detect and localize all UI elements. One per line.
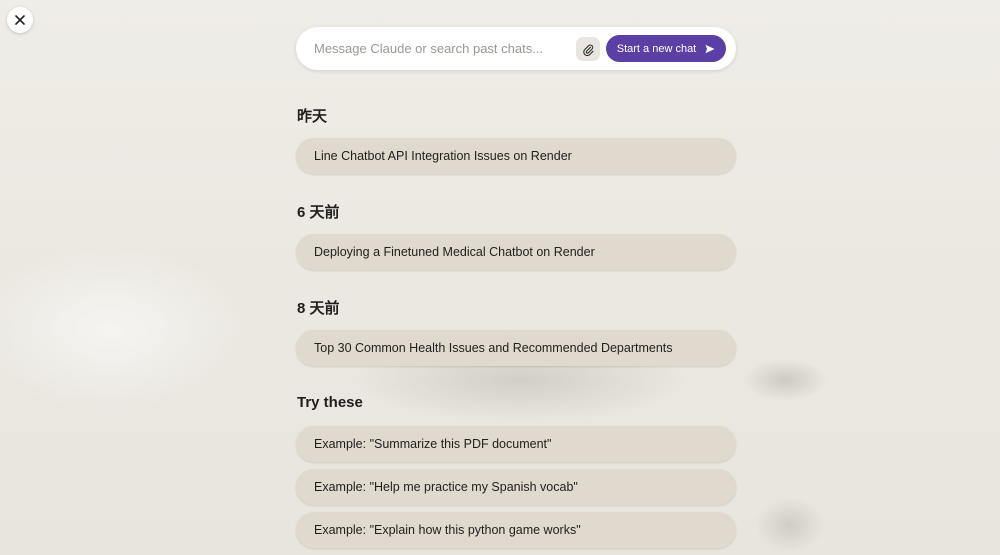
- composer: Start a new chat: [296, 27, 736, 70]
- section-heading-6-days-ago: 6 天前: [297, 204, 340, 221]
- paperclip-icon: [583, 44, 594, 56]
- example-prompt-item[interactable]: Example: "Summarize this PDF document": [296, 426, 736, 462]
- section-heading-yesterday: 昨天: [297, 108, 328, 125]
- main-column: Start a new chat 昨天 Line Chatbot API Int…: [296, 27, 736, 548]
- example-prompt-item[interactable]: Example: "Help me practice my Spanish vo…: [296, 469, 736, 505]
- example-prompt-text: Example: "Explain how this python game w…: [314, 523, 581, 537]
- close-icon: [15, 15, 25, 25]
- close-button[interactable]: [7, 7, 33, 33]
- start-new-chat-label: Start a new chat: [616, 42, 697, 55]
- search-input[interactable]: [314, 27, 564, 70]
- recent-chat-item[interactable]: Line Chatbot API Integration Issues on R…: [296, 138, 736, 174]
- send-icon: [705, 44, 715, 53]
- attach-button[interactable]: [576, 37, 600, 61]
- example-prompt-text: Example: "Help me practice my Spanish vo…: [314, 480, 578, 494]
- start-new-chat-button[interactable]: Start a new chat: [606, 35, 726, 62]
- recent-chat-title: Line Chatbot API Integration Issues on R…: [314, 149, 572, 163]
- example-prompt-item[interactable]: Example: "Explain how this python game w…: [296, 512, 736, 548]
- recent-chat-title: Top 30 Common Health Issues and Recommen…: [314, 341, 673, 355]
- try-these-heading: Try these: [297, 394, 363, 411]
- example-prompt-text: Example: "Summarize this PDF document": [314, 437, 552, 451]
- section-heading-8-days-ago: 8 天前: [297, 300, 340, 317]
- recent-chat-title: Deploying a Finetuned Medical Chatbot on…: [314, 245, 595, 259]
- recent-chat-item[interactable]: Top 30 Common Health Issues and Recommen…: [296, 330, 736, 366]
- recent-chat-item[interactable]: Deploying a Finetuned Medical Chatbot on…: [296, 234, 736, 270]
